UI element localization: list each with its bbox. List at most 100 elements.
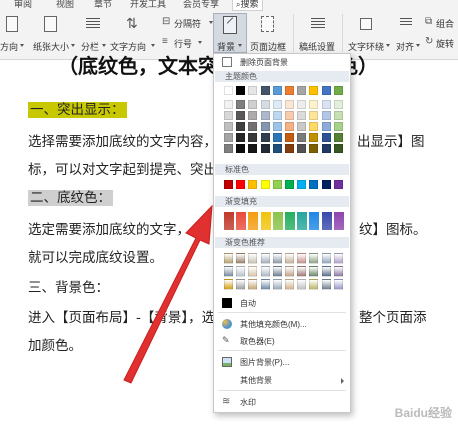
theme-shade-swatch[interactable] [321, 100, 331, 109]
gradient-recommend-swatch[interactable] [260, 266, 270, 277]
theme-color-swatch[interactable] [248, 86, 258, 95]
gradient-recommend-swatch[interactable] [285, 266, 294, 277]
theme-shade-swatch[interactable] [260, 111, 270, 120]
theme-shade-swatch[interactable] [236, 133, 246, 142]
theme-color-swatch[interactable] [333, 86, 343, 95]
gradient-recommend-swatch[interactable] [333, 266, 343, 277]
gradient-recommend-swatch[interactable] [260, 253, 270, 264]
menu-member[interactable]: 会员专享 [183, 0, 219, 10]
gradient-recommend-swatch[interactable] [272, 253, 282, 264]
theme-shade-swatch[interactable] [236, 122, 246, 131]
gradient-fill-swatch[interactable] [297, 212, 308, 230]
gradient-recommend-swatch[interactable] [248, 266, 258, 277]
theme-shade-swatch[interactable] [236, 111, 246, 120]
theme-shade-swatch[interactable] [224, 111, 233, 120]
gradient-fill-swatch[interactable] [260, 212, 271, 230]
theme-color-swatch[interactable] [297, 86, 307, 95]
gradient-recommend-swatch[interactable] [309, 279, 319, 290]
theme-color-swatch[interactable] [236, 86, 246, 95]
standard-color-swatch[interactable] [224, 180, 233, 189]
theme-shade-swatch[interactable] [272, 122, 282, 131]
theme-shade-swatch[interactable] [248, 100, 258, 109]
gradient-recommend-swatch[interactable] [236, 279, 246, 290]
theme-shade-swatch[interactable] [321, 122, 331, 131]
standard-color-swatch[interactable] [321, 180, 331, 189]
menu-view[interactable]: 视图 [56, 0, 74, 10]
theme-shade-swatch[interactable] [285, 133, 294, 142]
picture-background-item[interactable]: 图片背景(P)... [214, 355, 350, 369]
gradient-recommend-swatch[interactable] [297, 279, 307, 290]
gradient-recommend-swatch[interactable] [333, 253, 343, 264]
gradient-recommend-swatch[interactable] [260, 279, 270, 290]
theme-shade-swatch[interactable] [333, 144, 343, 153]
standard-color-swatch[interactable] [333, 180, 343, 189]
align-button[interactable]: 对齐 [393, 14, 421, 54]
gradient-recommend-swatch[interactable] [224, 253, 233, 264]
standard-color-swatch[interactable] [285, 180, 294, 189]
theme-shade-swatch[interactable] [260, 144, 270, 153]
theme-shade-swatch[interactable] [248, 144, 258, 153]
standard-color-swatch[interactable] [236, 180, 246, 189]
theme-shade-swatch[interactable] [248, 133, 258, 142]
gradient-recommend-swatch[interactable] [321, 279, 331, 290]
theme-shade-swatch[interactable] [260, 133, 270, 142]
breaks-button[interactable]: ⊟ 分隔符 [160, 16, 213, 30]
gradient-fill-swatch[interactable] [224, 212, 234, 230]
menu-review[interactable]: 审阅 [14, 0, 32, 10]
theme-shade-swatch[interactable] [333, 111, 343, 120]
gradient-recommend-swatch[interactable] [333, 279, 343, 290]
theme-shade-swatch[interactable] [285, 111, 294, 120]
theme-shade-swatch[interactable] [297, 144, 307, 153]
remove-background-item[interactable]: 删除页面背景 [214, 56, 350, 68]
gradient-recommend-swatch[interactable] [321, 253, 331, 264]
standard-color-swatch[interactable] [260, 180, 270, 189]
standard-color-swatch[interactable] [248, 180, 258, 189]
standard-color-swatch[interactable] [272, 180, 282, 189]
gradient-recommend-swatch[interactable] [236, 266, 246, 277]
theme-shade-swatch[interactable] [309, 122, 319, 131]
gradient-recommend-swatch[interactable] [297, 253, 307, 264]
theme-shade-swatch[interactable] [248, 111, 258, 120]
gradient-fill-swatch[interactable] [285, 212, 295, 230]
theme-shade-swatch[interactable] [272, 144, 282, 153]
gradient-recommend-swatch[interactable] [224, 279, 233, 290]
theme-shade-swatch[interactable] [297, 111, 307, 120]
theme-shade-swatch[interactable] [309, 100, 319, 109]
theme-color-swatch[interactable] [260, 86, 270, 95]
theme-shade-swatch[interactable] [297, 100, 307, 109]
theme-shade-swatch[interactable] [309, 144, 319, 153]
menu-search[interactable]: ⌕搜索 [232, 0, 263, 11]
text-wrap-button[interactable]: 文字环绕 [346, 14, 390, 54]
theme-shade-swatch[interactable] [260, 122, 270, 131]
theme-shade-swatch[interactable] [297, 133, 307, 142]
theme-shade-swatch[interactable] [321, 133, 331, 142]
theme-shade-swatch[interactable] [333, 122, 343, 131]
auto-color-item[interactable]: 自动 [214, 297, 350, 309]
theme-shade-swatch[interactable] [224, 122, 233, 131]
gradient-recommend-swatch[interactable] [285, 279, 294, 290]
theme-shade-swatch[interactable] [224, 133, 233, 142]
theme-color-swatch[interactable] [224, 86, 233, 95]
theme-color-swatch[interactable] [321, 86, 331, 95]
line-number-button[interactable]: ≡ 行号 [160, 36, 212, 50]
theme-color-swatch[interactable] [309, 86, 319, 95]
theme-shade-swatch[interactable] [236, 100, 246, 109]
gradient-fill-swatch[interactable] [248, 212, 259, 230]
gradient-recommend-swatch[interactable] [285, 253, 294, 264]
theme-shade-swatch[interactable] [236, 144, 246, 153]
gradient-recommend-swatch[interactable] [272, 279, 282, 290]
combine-button[interactable]: ⧉ 组合 [425, 16, 458, 30]
watermark-item[interactable]: ≋ 水印 [214, 395, 350, 409]
gradient-recommend-swatch[interactable] [309, 266, 319, 277]
standard-color-swatch[interactable] [309, 180, 319, 189]
other-background-item[interactable]: 其他背景 [214, 373, 350, 387]
theme-shade-swatch[interactable] [297, 122, 307, 131]
background-button[interactable]: 背景 [213, 13, 247, 53]
menu-chapter[interactable]: 章节 [94, 0, 112, 10]
theme-shade-swatch[interactable] [333, 133, 343, 142]
gradient-fill-swatch[interactable] [333, 212, 344, 230]
gradient-recommend-swatch[interactable] [248, 279, 258, 290]
theme-shade-swatch[interactable] [309, 111, 319, 120]
gradient-fill-swatch[interactable] [236, 212, 247, 230]
theme-shade-swatch[interactable] [224, 100, 233, 109]
